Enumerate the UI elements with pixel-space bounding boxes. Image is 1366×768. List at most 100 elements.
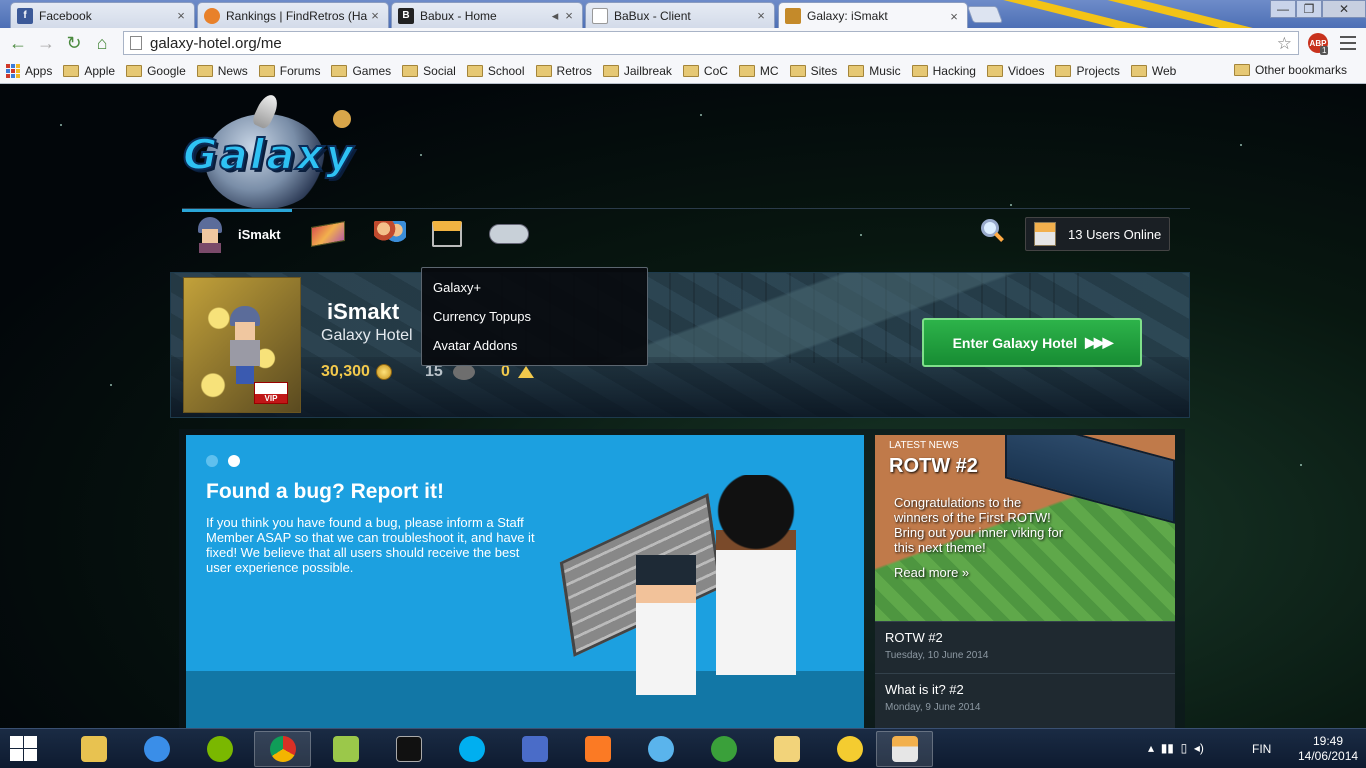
tab-label: BaBux - Client <box>614 8 691 23</box>
bookmark-folder[interactable]: CoC <box>682 64 728 78</box>
other-bookmarks[interactable]: Other bookmarks <box>1233 63 1347 77</box>
skype-icon[interactable] <box>443 731 500 767</box>
bookmark-folder[interactable]: Projects <box>1055 64 1120 78</box>
bookmark-folder[interactable]: Games <box>331 64 391 78</box>
slide-text: If you think you have found a bug, pleas… <box>206 515 535 575</box>
menu-item-avatar-addons[interactable]: Avatar Addons <box>422 335 647 364</box>
read-more-link[interactable]: Read more » <box>894 565 969 580</box>
folder-icon <box>535 64 552 77</box>
chrome-icon[interactable] <box>254 731 311 767</box>
bookmark-folder[interactable]: Google <box>126 64 186 78</box>
close-icon[interactable]: × <box>368 8 382 23</box>
bookmark-folder[interactable]: Sites <box>789 64 837 78</box>
bookmark-folder[interactable]: School <box>466 64 525 78</box>
paint-icon[interactable] <box>506 731 563 767</box>
address-bar[interactable]: galaxy-hotel.org/me ☆ <box>123 31 1299 55</box>
bookmark-folder[interactable]: Music <box>848 64 901 78</box>
menu-item-galaxy-plus[interactable]: Galaxy+ <box>422 277 647 306</box>
shop-icon[interactable] <box>427 219 467 249</box>
bookmark-folder[interactable]: Vidoes <box>986 64 1044 78</box>
bookmark-folder[interactable]: Apple <box>63 64 115 78</box>
forward-arrow-icon[interactable]: → <box>32 29 60 57</box>
avatar <box>226 306 268 386</box>
xampp-icon[interactable] <box>569 731 626 767</box>
maximize-button[interactable]: ❐ <box>1296 0 1322 18</box>
bookmark-folder[interactable]: Jailbreak <box>602 64 672 78</box>
news-list-item[interactable]: ROTW #2 Tuesday, 10 June 2014 <box>875 621 1175 671</box>
bookmarks-bar: Apps Apple Google News Forums Games Soci… <box>0 58 1366 84</box>
search-user-icon[interactable] <box>978 217 1008 249</box>
browser-tab-strip: f Facebook × Rankings | FindRetros (Ha ×… <box>0 0 1366 29</box>
facebook-icon: f <box>17 7 33 24</box>
bookmark-folder[interactable]: Social <box>402 64 456 78</box>
web-page: Galaxy iSmakt 13 Users Online VIP iSmakt… <box>0 84 1366 728</box>
folder-icon <box>1130 64 1147 77</box>
rooms-icon[interactable] <box>308 219 348 249</box>
close-icon[interactable]: × <box>174 8 188 23</box>
slider-dot-active[interactable] <box>228 455 240 467</box>
menu-icon[interactable] <box>1340 36 1356 50</box>
galaxy-logo[interactable]: Galaxy <box>175 91 365 209</box>
clock[interactable]: 19:49 14/06/2014 <box>1298 734 1358 764</box>
bookmark-apps[interactable]: Apps <box>6 63 52 78</box>
cmd-icon[interactable] <box>380 731 437 767</box>
folder-icon <box>258 64 275 77</box>
nav-user-tab[interactable]: iSmakt <box>182 209 292 257</box>
tab-findretros[interactable]: Rankings | FindRetros (Ha × <box>197 2 389 28</box>
back-arrow-icon[interactable]: ← <box>4 29 32 57</box>
home-icon[interactable]: ⌂ <box>88 29 116 57</box>
b-icon: B <box>398 7 414 24</box>
address-text[interactable]: galaxy-hotel.org/me <box>150 35 282 52</box>
triple-arrow-icon: ▶▶▶ <box>1085 334 1113 350</box>
promo-slider: Found a bug? Report it! If you think you… <box>186 435 864 728</box>
profile-hotel: Galaxy Hotel <box>321 327 413 344</box>
close-icon[interactable]: × <box>562 8 576 23</box>
language-indicator[interactable]: FIN <box>1252 742 1271 756</box>
news-list-item[interactable]: What is it? #2 Monday, 9 June 2014 <box>875 673 1175 723</box>
system-tray[interactable]: ▴ ▮▮ ▯ ◂) <box>1148 741 1204 755</box>
habbo-icon[interactable] <box>758 731 815 767</box>
community-icon[interactable] <box>370 219 410 249</box>
bookmark-folder[interactable]: Web <box>1130 64 1176 78</box>
slider-dot[interactable] <box>206 455 218 467</box>
close-icon[interactable]: × <box>947 9 961 24</box>
itunes-icon[interactable] <box>632 731 689 767</box>
folder-icon <box>466 64 483 77</box>
folder-icon <box>63 64 80 77</box>
bookmark-folder[interactable]: MC <box>738 64 779 78</box>
menu-item-currency-topups[interactable]: Currency Topups <box>422 306 647 335</box>
tab-babux-client[interactable]: BaBux - Client × <box>585 2 775 28</box>
folder-icon <box>602 64 619 77</box>
spotify-icon[interactable] <box>191 731 248 767</box>
bookmark-star-icon[interactable]: ☆ <box>1277 34 1292 54</box>
profile-avatar-frame: VIP <box>183 277 301 413</box>
notepad-icon[interactable] <box>317 731 374 767</box>
avatar <box>196 216 224 253</box>
close-window-button[interactable]: ✕ <box>1322 0 1366 18</box>
vip-badge: VIP <box>254 382 288 404</box>
nav-username: iSmakt <box>238 227 281 242</box>
page-icon <box>130 36 142 50</box>
game-icon[interactable] <box>695 731 752 767</box>
reload-icon[interactable]: ↻ <box>60 29 88 57</box>
tab-babux-home[interactable]: B Babux - Home ◂ × <box>391 2 583 28</box>
banana-icon[interactable] <box>821 731 878 767</box>
speaker-icon[interactable]: ◂ <box>548 8 562 24</box>
hotel-icon[interactable] <box>876 731 933 767</box>
news-featured-title: ROTW #2 <box>889 455 978 477</box>
bookmark-folder[interactable]: News <box>196 64 248 78</box>
tab-facebook[interactable]: f Facebook × <box>10 2 195 28</box>
tab-galaxy[interactable]: Galaxy: iSmakt × <box>778 2 968 29</box>
file-explorer-icon[interactable] <box>65 731 122 767</box>
enter-hotel-button[interactable]: Enter Galaxy Hotel ▶▶▶ <box>922 318 1142 367</box>
bookmark-folder[interactable]: Hacking <box>911 64 976 78</box>
games-controller-icon[interactable] <box>489 219 529 249</box>
windows-start-icon[interactable] <box>8 734 40 764</box>
new-tab-button[interactable] <box>966 6 1004 23</box>
utility-icon[interactable] <box>128 731 185 767</box>
bookmark-folder[interactable]: Retros <box>535 64 592 78</box>
minimize-button[interactable]: — <box>1270 0 1296 18</box>
close-icon[interactable]: × <box>754 8 768 23</box>
apps-grid-icon <box>6 63 20 78</box>
bookmark-folder[interactable]: Forums <box>258 64 320 78</box>
